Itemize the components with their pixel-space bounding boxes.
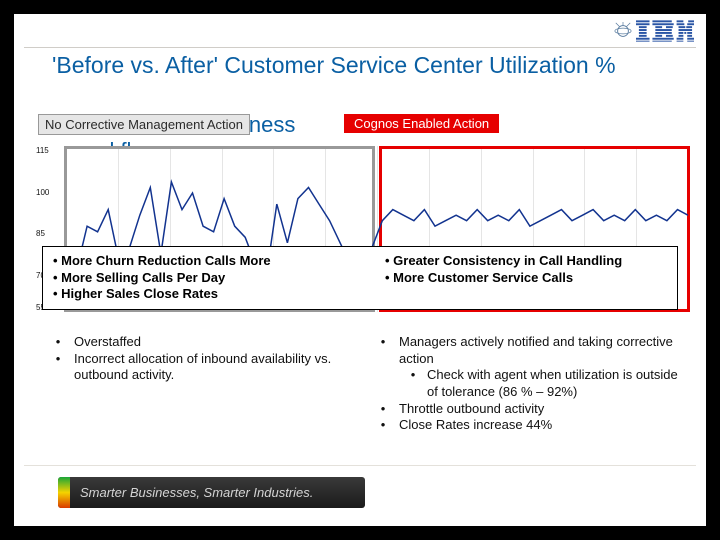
list-item: •Check with agent when utilization is ou… (367, 367, 692, 400)
smarter-planet-icon (614, 22, 632, 40)
callout-line: • More Churn Reduction Calls More (53, 253, 335, 270)
footer-text: Smarter Businesses, Smarter Industries. (70, 477, 365, 508)
list-item: •Close Rates increase 44% (367, 417, 692, 434)
callout-line: • More Selling Calls Per Day (53, 270, 335, 287)
callout-right: • Greater Consistency in Call Handling •… (345, 247, 677, 309)
list-item: •Overstaffed (42, 334, 367, 351)
y-tick: 85 (36, 229, 62, 238)
list-item: •Throttle outbound activity (367, 401, 692, 418)
callout-box: • More Churn Reduction Calls More • More… (42, 246, 678, 310)
callout-left: • More Churn Reduction Calls More • More… (43, 247, 345, 309)
chip-no-action: No Corrective Management Action (38, 114, 250, 135)
bullets-row: •Overstaffed •Incorrect allocation of in… (42, 334, 692, 434)
bullets-left: •Overstaffed •Incorrect allocation of in… (42, 334, 367, 434)
ibm-wordmark-icon (636, 20, 694, 42)
divider-bottom (24, 465, 696, 466)
y-tick: 115 (36, 146, 62, 155)
footer-chip: Smarter Businesses, Smarter Industries. (58, 477, 365, 508)
ibm-logo (614, 20, 694, 42)
slide: 'Before vs. After' Customer Service Cent… (14, 14, 706, 526)
bullets-right: •Managers actively notified and taking c… (367, 334, 692, 434)
y-tick: 100 (36, 188, 62, 197)
callout-line: • Higher Sales Close Rates (53, 286, 335, 303)
callout-line: • More Customer Service Calls (385, 270, 667, 287)
list-item: •Managers actively notified and taking c… (367, 334, 692, 367)
footer-gradient-icon (58, 477, 70, 508)
callout-line: • Greater Consistency in Call Handling (385, 253, 667, 270)
divider-top (24, 47, 696, 48)
chip-cognos-action: Cognos Enabled Action (344, 114, 499, 133)
slide-title: 'Before vs. After' Customer Service Cent… (52, 52, 666, 78)
list-item: •Incorrect allocation of inbound availab… (42, 351, 367, 384)
